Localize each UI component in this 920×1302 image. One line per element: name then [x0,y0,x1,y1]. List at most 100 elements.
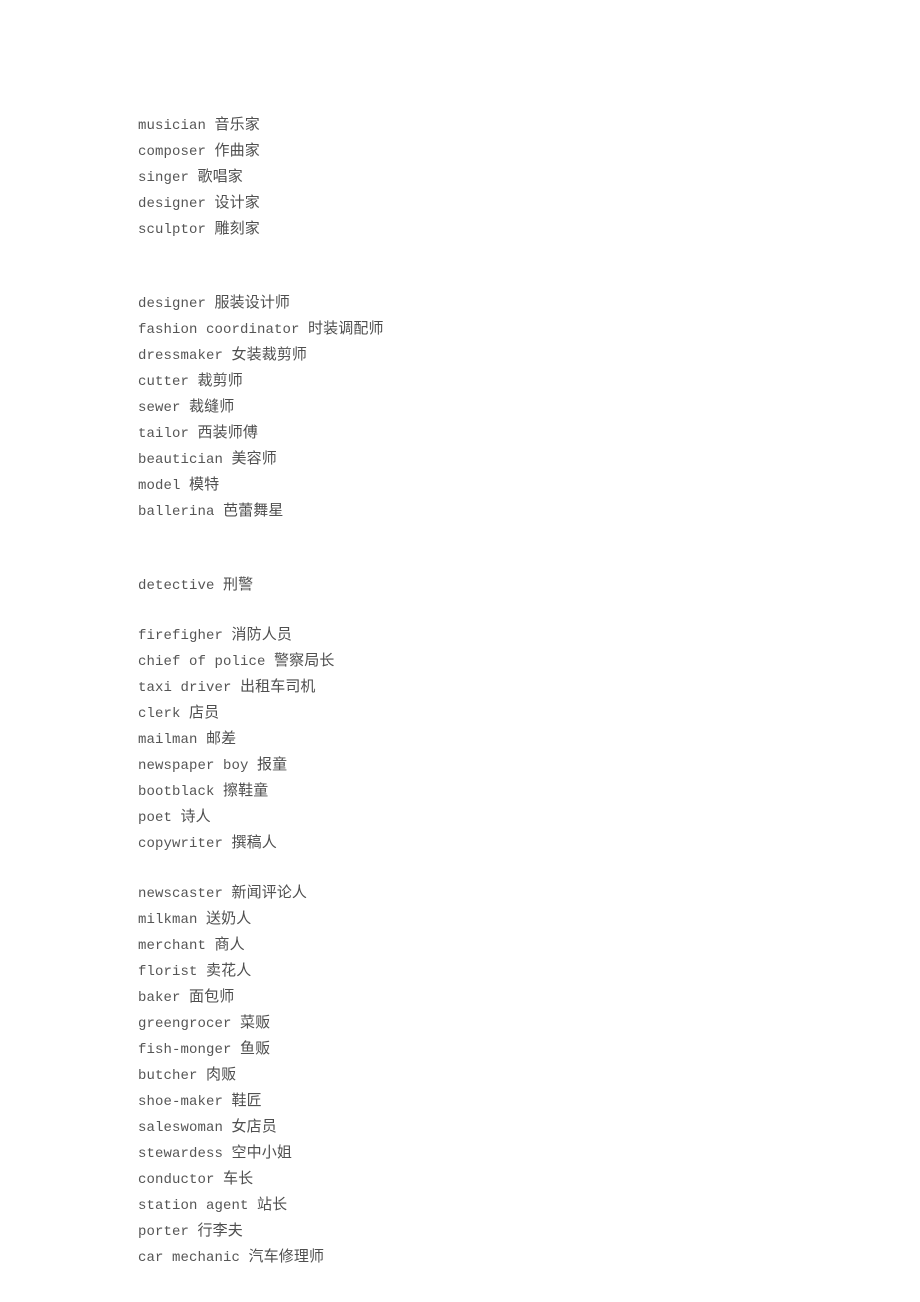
vocab-term-en: florist [138,964,198,980]
vocab-term-en: detective [138,578,215,594]
vocab-term-zh: 服装设计师 [214,293,291,311]
vocab-term-zh: 歌唱家 [197,167,243,185]
vocab-term-zh: 鞋匠 [231,1091,262,1109]
vocab-separator [300,322,309,338]
vocab-separator [240,1250,249,1266]
vocab-separator [215,1172,224,1188]
vocab-term-en: dressmaker [138,348,224,364]
vocab-term-zh: 报童 [257,755,288,773]
vocab-term-zh: 刑警 [223,575,254,593]
vocab-term-en: copywriter [138,836,224,852]
vocab-term-en: ballerina [138,504,215,520]
vocab-separator [206,222,215,238]
vocab-term-zh: 擦鞋童 [223,781,269,799]
vocab-block-detective-occupation: detective 刑警 [138,572,878,598]
vocab-entry: beautician 美容师 [138,446,878,472]
vocab-separator [206,144,215,160]
vocab-entry: taxi driver 出租车司机 [138,674,878,700]
vocab-separator [206,196,215,212]
vocab-term-en: taxi driver [138,680,232,696]
vocab-entry: detective 刑警 [138,572,878,598]
vocab-entry: sculptor 雕刻家 [138,216,878,242]
vocab-separator [198,1068,207,1084]
vocab-separator [232,680,241,696]
document-body: musician 音乐家 composer 作曲家 singer 歌唱家 design… [138,112,878,1270]
vocab-entry: mailman 邮差 [138,726,878,752]
vocab-term-en: newspaper boy [138,758,249,774]
vocab-term-zh: 时装调配师 [308,319,384,337]
vocab-term-en: singer [138,170,190,186]
vocab-separator [198,912,207,928]
vocab-term-en: baker [138,990,181,1006]
vocab-separator [215,578,224,594]
vocab-entry: designer 设计家 [138,190,878,216]
vocab-entry: dressmaker 女装裁剪师 [138,342,878,368]
vocab-term-en: model [138,478,181,494]
vocab-block-public-service-occupations: firefigher 消防人员 chief of police 警察局长 taxi … [138,622,878,856]
vocab-entry: florist 卖花人 [138,958,878,984]
vocab-separator [223,348,232,364]
vocab-term-zh: 车长 [223,1169,254,1187]
vocab-separator [181,706,190,722]
vocab-block-fashion-occupations: designer 服装设计师 fashion coordinator 时装调配师 d… [138,290,878,524]
vocab-term-en: butcher [138,1068,198,1084]
vocab-term-en: milkman [138,912,198,928]
vocab-entry: fashion coordinator 时装调配师 [138,316,878,342]
vocab-entry: firefigher 消防人员 [138,622,878,648]
vocab-term-zh: 鱼贩 [240,1039,271,1057]
vocab-entry: butcher 肉贩 [138,1062,878,1088]
vocab-entry: greengrocer 菜贩 [138,1010,878,1036]
vocab-term-en: poet [138,810,173,826]
vocab-term-en: mailman [138,732,198,748]
vocab-term-en: sewer [138,400,181,416]
vocab-term-zh: 设计家 [214,193,260,211]
vocab-term-zh: 女店员 [231,1117,277,1135]
vocab-entry: chief of police 警察局长 [138,648,878,674]
vocab-separator [181,478,190,494]
vocab-entry: copywriter 撰稿人 [138,830,878,856]
vocab-separator [223,628,232,644]
vocab-entry: porter 行李夫 [138,1218,878,1244]
vocab-separator [215,784,224,800]
vocab-block-commerce-and-transport-occupations: newscaster 新闻评论人 milkman 送奶人 merchant 商人 fl… [138,880,878,1270]
vocab-separator [198,964,207,980]
vocab-term-zh: 卖花人 [206,961,252,979]
vocab-separator [206,118,215,134]
vocab-entry: car mechanic 汽车修理师 [138,1244,878,1270]
vocab-term-zh: 邮差 [206,729,237,747]
vocab-term-en: composer [138,144,207,160]
vocab-separator [249,1198,258,1214]
vocab-term-zh: 女装裁剪师 [231,345,308,363]
vocab-term-en: musician [138,118,207,134]
vocab-separator [172,810,181,826]
vocab-term-en: shoe-maker [138,1094,224,1110]
vocab-term-zh: 芭蕾舞星 [223,501,284,519]
vocab-term-en: fashion coordinator [138,322,300,338]
vocab-entry: newspaper boy 报童 [138,752,878,778]
vocab-entry: newscaster 新闻评论人 [138,880,878,906]
vocab-term-zh: 裁剪师 [197,371,243,389]
vocab-term-en: cutter [138,374,190,390]
vocab-separator [181,990,190,1006]
vocab-term-zh: 警察局长 [274,651,335,669]
vocab-entry: stewardess 空中小姐 [138,1140,878,1166]
vocab-term-en: chief of police [138,654,266,670]
vocab-term-zh: 新闻评论人 [231,883,308,901]
vocab-separator [189,170,198,186]
vocab-term-en: beautician [138,452,224,468]
vocab-entry: tailor 西装师傅 [138,420,878,446]
vocab-separator [189,426,198,442]
vocab-term-en: tailor [138,426,190,442]
vocab-separator [223,1146,232,1162]
vocab-entry: bootblack 擦鞋童 [138,778,878,804]
vocab-term-en: porter [138,1224,190,1240]
vocab-term-zh: 肉贩 [206,1065,237,1083]
vocab-separator [206,296,215,312]
vocab-entry: musician 音乐家 [138,112,878,138]
vocab-term-zh: 空中小姐 [231,1143,292,1161]
vocab-term-en: greengrocer [138,1016,232,1032]
